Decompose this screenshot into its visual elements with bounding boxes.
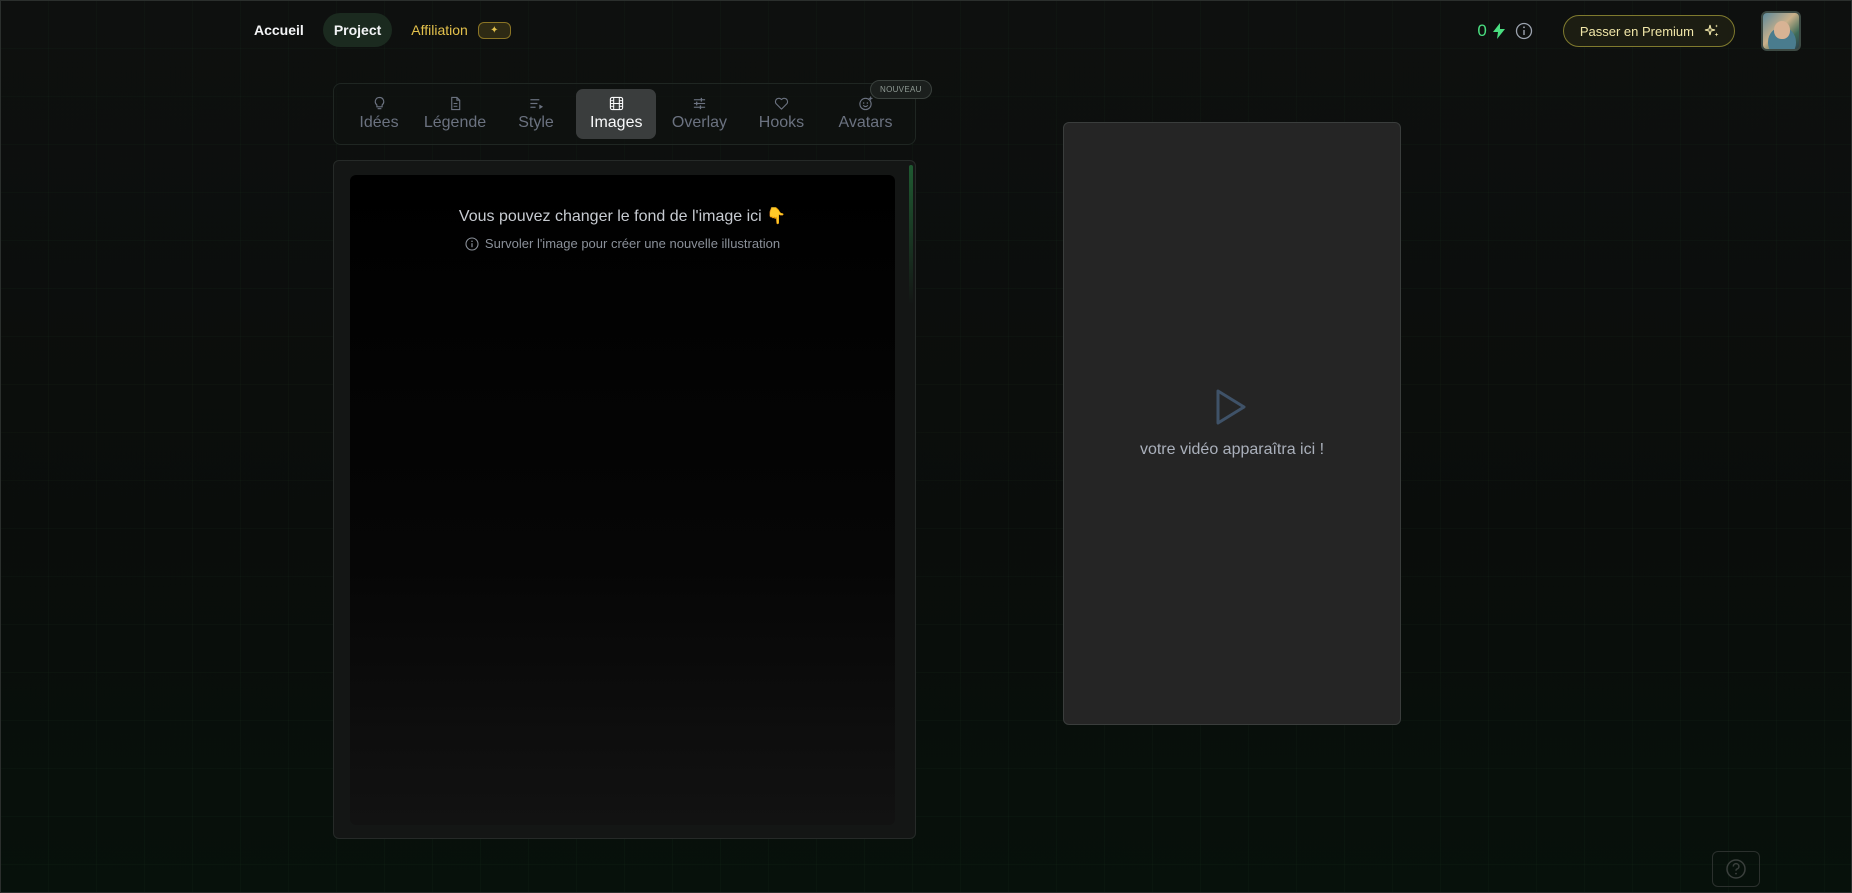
help-button[interactable] bbox=[1712, 851, 1760, 887]
video-preview: votre vidéo apparaîtra ici ! bbox=[1063, 122, 1401, 725]
sparkles-icon bbox=[1704, 24, 1719, 37]
nav-right: 0 Passer en Premium bbox=[1477, 11, 1801, 51]
scrollbar[interactable] bbox=[909, 165, 913, 305]
premium-button[interactable]: Passer en Premium bbox=[1562, 15, 1735, 47]
question-icon bbox=[1726, 859, 1746, 879]
credits-value: 0 bbox=[1477, 21, 1487, 40]
nouveau-badge: NOUVEAU bbox=[870, 80, 932, 99]
document-icon bbox=[450, 96, 460, 111]
tab-idees-label: Idées bbox=[359, 114, 399, 131]
video-placeholder-text: votre vidéo apparaîtra ici ! bbox=[1139, 441, 1325, 458]
tab-hooks[interactable]: Hooks bbox=[742, 89, 820, 139]
lightbulb-icon bbox=[374, 96, 384, 110]
nav-affiliation[interactable]: Affiliation ✦ bbox=[400, 13, 522, 47]
list-play-icon bbox=[529, 99, 543, 110]
info-icon bbox=[465, 236, 479, 251]
nav-accueil[interactable]: Accueil bbox=[243, 13, 315, 47]
image-panel: Vous pouvez changer le fond de l'image i… bbox=[333, 160, 916, 839]
tab-avatars-label: Avatars bbox=[838, 114, 893, 131]
tab-legende[interactable]: Légende bbox=[414, 89, 496, 139]
tab-idees[interactable]: Idées bbox=[344, 89, 414, 139]
tab-style[interactable]: Style bbox=[496, 89, 576, 139]
nav-project[interactable]: Project bbox=[322, 13, 393, 47]
image-panel-hint-text: Survoler l'image pour créer une nouvelle… bbox=[484, 236, 781, 251]
image-panel-title: Vous pouvez changer le fond de l'image i… bbox=[458, 208, 787, 225]
play-icon[interactable] bbox=[1213, 387, 1249, 427]
tab-bar: Idées Légende Style Images Overlay Hooks… bbox=[333, 80, 932, 145]
credits-counter: 0 bbox=[1477, 21, 1506, 41]
tab-style-label: Style bbox=[518, 114, 554, 131]
tab-images-label: Images bbox=[590, 114, 643, 131]
film-icon bbox=[609, 96, 623, 111]
tab-overlay[interactable]: Overlay bbox=[656, 89, 742, 139]
heart-icon bbox=[774, 97, 789, 110]
lightning-icon bbox=[1492, 23, 1505, 39]
sparkle-badge-icon: ✦ bbox=[477, 21, 511, 39]
nav-affiliation-label: Affiliation bbox=[411, 22, 468, 38]
tab-legende-label: Légende bbox=[423, 114, 487, 131]
sliders-icon bbox=[693, 97, 706, 110]
nav-links: Accueil Project Affiliation ✦ bbox=[243, 13, 522, 47]
user-avatar[interactable] bbox=[1761, 11, 1801, 51]
image-background-area[interactable]: Vous pouvez changer le fond de l'image i… bbox=[350, 175, 895, 825]
smiley-plus-icon bbox=[859, 96, 873, 111]
premium-label: Passer en Premium bbox=[1579, 23, 1694, 39]
info-icon[interactable] bbox=[1515, 22, 1533, 40]
top-navigation: Accueil Project Affiliation ✦ 0 Passer e… bbox=[1, 1, 1852, 59]
tab-hooks-label: Hooks bbox=[758, 114, 805, 131]
image-panel-hint: Survoler l'image pour créer une nouvelle… bbox=[350, 236, 895, 251]
tab-images[interactable]: Images bbox=[576, 89, 657, 139]
tab-overlay-label: Overlay bbox=[671, 114, 728, 131]
